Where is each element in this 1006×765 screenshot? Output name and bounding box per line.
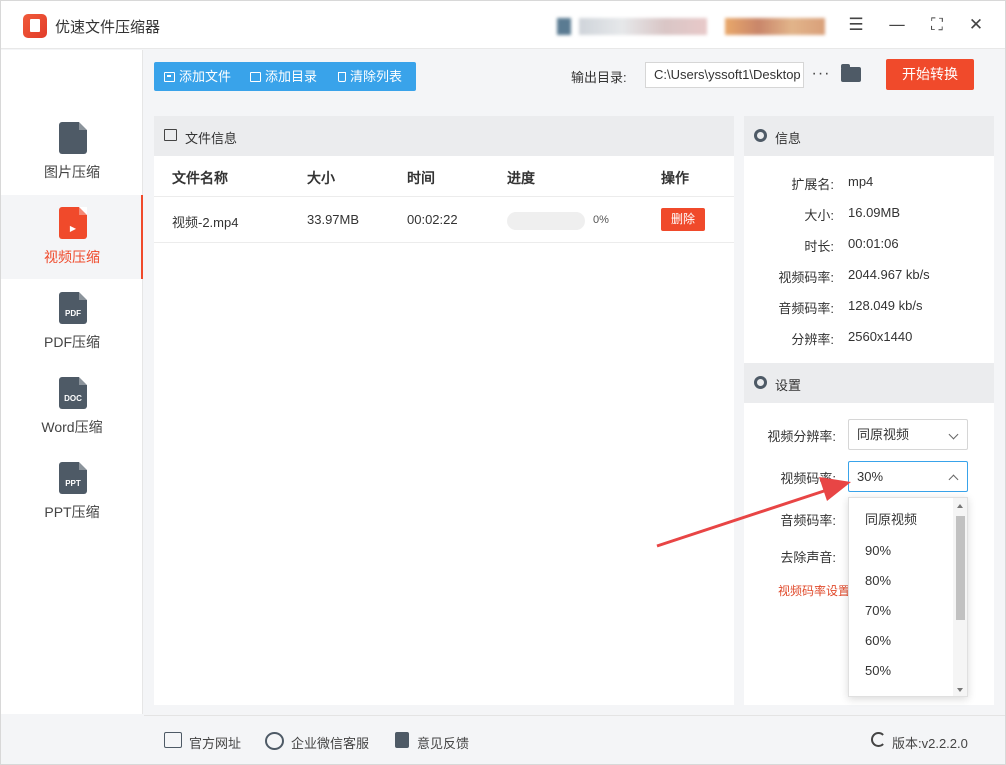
dropdown-option[interactable]: 同原视频: [849, 505, 954, 535]
footer-bar: 官方网址 企业微信客服 意见反馈 版本:v2.2.2.0: [144, 715, 1005, 764]
wechat-icon: [265, 732, 284, 750]
resolution-label: 视频分辨率:: [767, 429, 836, 444]
dropdown-option[interactable]: 40%: [849, 686, 954, 696]
title-bar: 优速文件压缩器 ☰ — ⛶ ✕: [1, 1, 1005, 49]
folder-outline-icon: [250, 72, 261, 82]
app-logo-icon: [23, 14, 47, 38]
website-icon: [164, 732, 182, 748]
add-file-icon: [164, 72, 175, 82]
chevron-up-icon: [948, 474, 959, 485]
column-header-progress: 进度: [507, 170, 535, 186]
menu-icon[interactable]: ☰: [844, 13, 868, 37]
mute-label: 去除声音:: [780, 550, 836, 565]
app-window: 优速文件压缩器 ☰ — ⛶ ✕ 图片压缩 ▶ 视频压缩 PDF PDF压缩 DO…: [0, 0, 1006, 765]
output-dir-input[interactable]: C:\Users\yssoft1\Desktop: [645, 62, 804, 88]
wechat-support-link[interactable]: 企业微信客服: [291, 733, 369, 752]
sidebar: 图片压缩 ▶ 视频压缩 PDF PDF压缩 DOC Word压缩 PPT PPT…: [1, 50, 143, 714]
close-icon[interactable]: ✕: [964, 13, 988, 37]
website-link[interactable]: 官方网址: [189, 733, 241, 752]
file-panel-title: 文件信息: [185, 131, 238, 146]
ppt-file-icon: PPT: [59, 462, 87, 494]
add-folder-button[interactable]: 添加目录: [250, 62, 317, 91]
column-header-name: 文件名称: [172, 170, 228, 186]
delete-button[interactable]: 删除: [661, 208, 705, 231]
video-bitrate-label: 视频码率:: [780, 471, 836, 486]
column-header-action: 操作: [661, 170, 689, 186]
doc-file-icon: DOC: [59, 377, 87, 409]
sidebar-item-label: PPT压缩: [44, 504, 100, 520]
dropdown-option[interactable]: 60%: [849, 626, 954, 656]
more-options-button[interactable]: ···: [811, 62, 831, 88]
settings-header: 设置: [744, 363, 994, 403]
image-icon: [164, 129, 177, 141]
sidebar-item-label: PDF压缩: [44, 334, 100, 350]
blurred-account-icon: [557, 18, 571, 35]
dropdown-option[interactable]: 70%: [849, 596, 954, 626]
refresh-icon[interactable]: [871, 732, 886, 747]
progress-text: 0%: [593, 214, 609, 226]
sidebar-item-label: Word压缩: [41, 419, 103, 435]
bitrate-hint: 视频码率设置: [778, 584, 851, 598]
sidebar-item-video[interactable]: ▶ 视频压缩: [1, 195, 143, 279]
trash-icon: [338, 72, 346, 82]
resolution-select[interactable]: 同原视频: [848, 419, 968, 450]
sidebar-item-image[interactable]: 图片压缩: [1, 110, 143, 194]
feedback-icon: [395, 732, 409, 748]
dropdown-option[interactable]: 90%: [849, 536, 954, 566]
table-row[interactable]: 视频-2.mp4 33.97MB 00:02:22 0% 删除: [154, 196, 734, 243]
gear-icon: [754, 129, 767, 142]
info-row-extension: 扩展名: mp4: [791, 174, 874, 192]
column-header-time: 时间: [407, 170, 435, 186]
video-bitrate-select[interactable]: 30%: [848, 461, 968, 492]
sidebar-item-label: 视频压缩: [44, 249, 100, 265]
app-title: 优速文件压缩器: [55, 19, 161, 36]
feedback-link[interactable]: 意见反馈: [417, 733, 469, 752]
file-duration: 00:02:22: [407, 212, 458, 227]
sidebar-item-word[interactable]: DOC Word压缩: [1, 365, 143, 449]
start-convert-button[interactable]: 开始转换: [886, 59, 974, 90]
scroll-thumb[interactable]: [956, 516, 965, 620]
file-list-panel: 文件信息 文件名称 大小 时间 进度 操作 视频-2.mp4 33.97MB 0…: [154, 116, 734, 705]
sidebar-item-ppt[interactable]: PPT PPT压缩: [1, 450, 143, 534]
info-row-size: 大小: 16.09MB: [804, 205, 901, 223]
output-dir-label: 输出目录:: [571, 70, 627, 85]
video-file-icon: ▶: [59, 207, 87, 239]
dropdown-option[interactable]: 50%: [849, 656, 954, 686]
info-row-video-bitrate: 视频码率: 2044.967 kb/s: [778, 267, 930, 285]
version-text: 版本:v2.2.2.0: [892, 736, 968, 751]
file-panel-header: 文件信息: [154, 116, 734, 156]
image-file-icon: [59, 122, 87, 154]
folder-icon[interactable]: [841, 64, 861, 82]
info-row-audio-bitrate: 音频码率: 128.049 kb/s: [778, 298, 923, 316]
chevron-down-icon: [948, 429, 959, 440]
pdf-file-icon: PDF: [59, 292, 87, 324]
minimize-icon[interactable]: —: [885, 13, 909, 37]
file-action-group: 添加文件 添加目录 清除列表: [154, 62, 416, 91]
clear-list-button[interactable]: 清除列表: [338, 62, 402, 91]
blurred-account-info: [579, 18, 707, 35]
add-file-button[interactable]: 添加文件: [164, 62, 231, 91]
info-row-duration: 时长: 00:01:06: [804, 236, 899, 254]
settings-title: 设置: [775, 378, 802, 393]
blurred-avatar[interactable]: [725, 18, 825, 35]
file-name: 视频-2.mp4: [172, 215, 239, 230]
sidebar-item-pdf[interactable]: PDF PDF压缩: [1, 280, 143, 364]
column-header-size: 大小: [307, 170, 335, 186]
dropdown-option[interactable]: 80%: [849, 566, 954, 596]
info-panel-title: 信息: [775, 131, 802, 146]
progress-bar: [507, 212, 585, 230]
gear-icon: [754, 376, 767, 389]
dropdown-scrollbar[interactable]: [953, 498, 967, 696]
scroll-up-icon[interactable]: [957, 504, 963, 508]
maximize-icon[interactable]: ⛶: [925, 13, 949, 37]
sidebar-item-label: 图片压缩: [44, 164, 100, 180]
info-row-resolution: 分辨率: 2560x1440: [791, 329, 913, 347]
scroll-down-icon[interactable]: [957, 688, 963, 692]
file-size: 33.97MB: [307, 212, 360, 227]
video-bitrate-dropdown: 同原视频 90% 80% 70% 60% 50% 40%: [848, 497, 968, 697]
info-panel-header: 信息: [744, 116, 994, 156]
audio-bitrate-label: 音频码率:: [780, 513, 836, 528]
